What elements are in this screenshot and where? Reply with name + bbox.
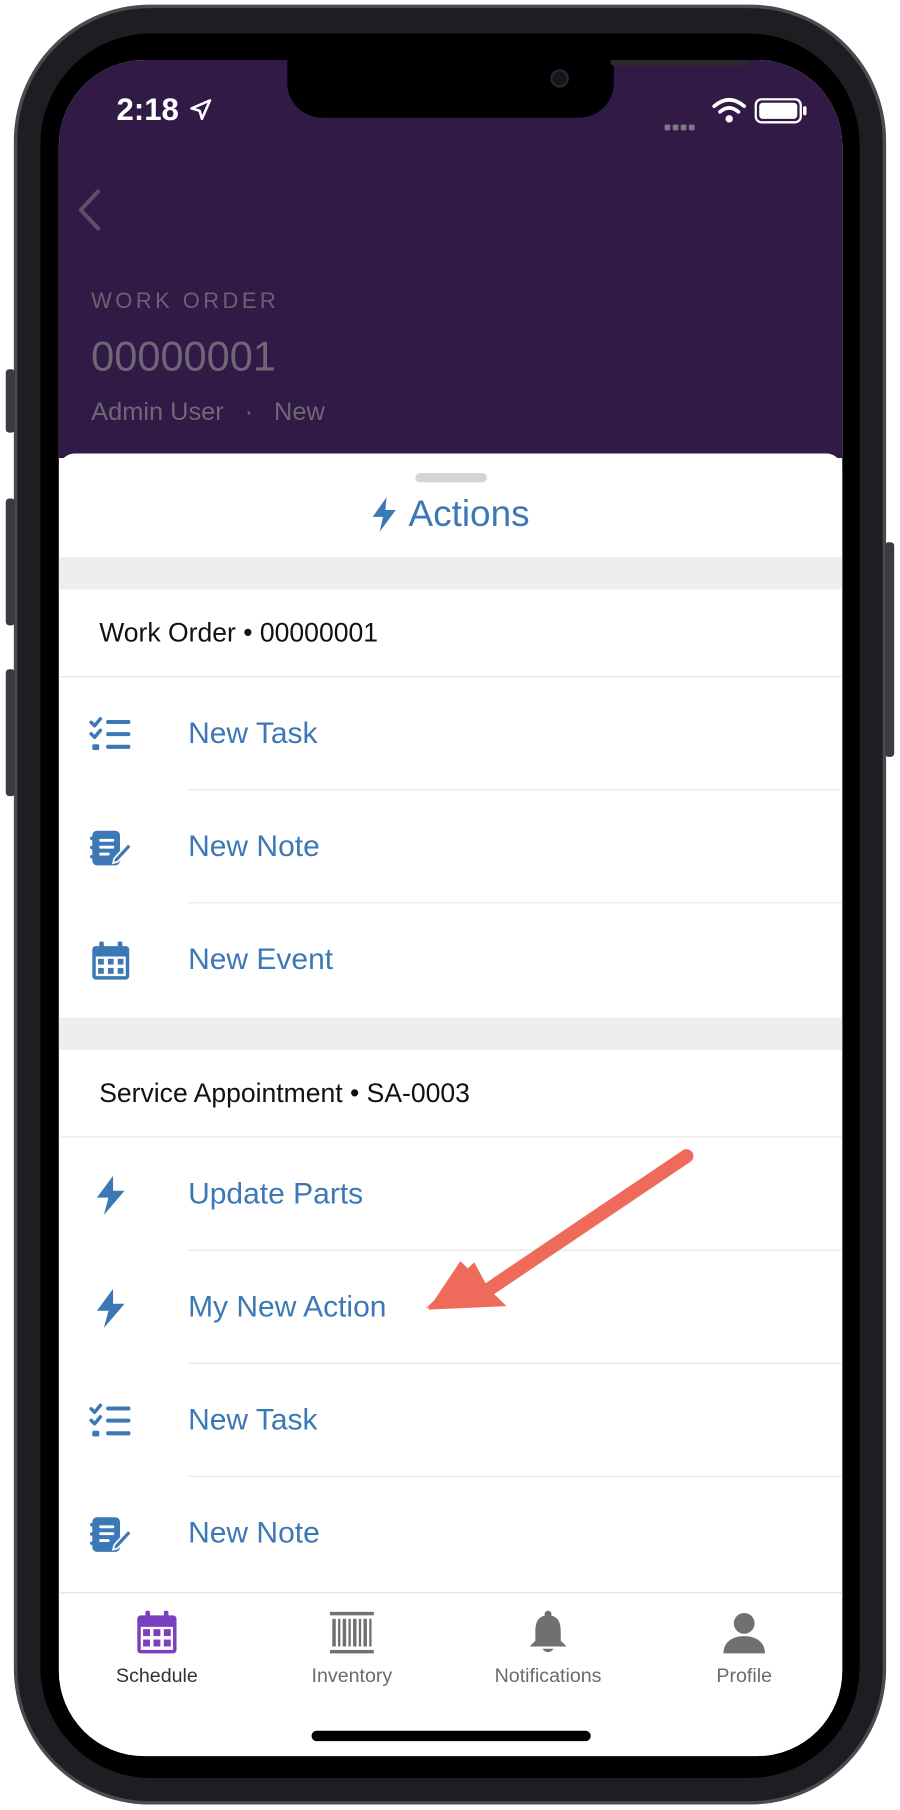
action-new-event[interactable]: New Event	[59, 903, 842, 1016]
tab-notifications[interactable]: Notifications	[467, 1610, 629, 1688]
record-status: New	[274, 396, 325, 426]
chevron-left-icon[interactable]	[75, 187, 103, 233]
meta-separator: ·	[244, 396, 254, 426]
lightning-icon	[96, 1175, 125, 1215]
bell-icon	[529, 1610, 567, 1653]
note-icon	[89, 1517, 133, 1552]
calendar-icon	[92, 941, 130, 980]
screen: WORK ORDER 00000001 Admin User · New 2:1…	[58, 59, 843, 1757]
action-label: New Event	[188, 941, 334, 977]
mute-switch	[5, 369, 15, 433]
task-list-icon	[89, 1403, 131, 1437]
tab-label: Notifications	[494, 1664, 602, 1687]
action-label: New Task	[188, 715, 318, 750]
action-new-note[interactable]: New Note	[59, 790, 843, 904]
actions-sheet: Actions Work Order • 00000001 New Task N…	[58, 453, 843, 1596]
barcode-icon	[329, 1611, 374, 1654]
person-icon	[723, 1613, 765, 1654]
battery-icon	[754, 98, 807, 124]
tab-profile[interactable]: Profile	[663, 1610, 825, 1688]
signal-icon	[664, 115, 697, 136]
sheet-title-text: Actions	[408, 492, 530, 535]
volume-up-button	[5, 498, 15, 626]
action-label: New Task	[188, 1401, 318, 1437]
action-label: New Note	[188, 1514, 320, 1550]
status-time: 2:18	[116, 92, 179, 127]
front-camera	[550, 69, 569, 88]
volume-down-button	[5, 669, 15, 797]
sheet-title: Actions	[59, 493, 842, 536]
calendar-icon	[137, 1610, 177, 1654]
lightning-icon	[96, 1288, 125, 1329]
action-label: My New Action	[188, 1288, 387, 1324]
tab-inventory[interactable]: Inventory	[271, 1610, 433, 1688]
section-gap	[58, 557, 843, 590]
section-header-work-order: Work Order • 00000001	[58, 590, 843, 678]
sheet-grabber[interactable]	[415, 473, 487, 483]
record-number: 00000001	[91, 332, 276, 380]
action-label: New Note	[188, 828, 320, 864]
tab-schedule[interactable]: Schedule	[76, 1610, 238, 1688]
annotation-arrow-icon	[425, 1149, 694, 1310]
owner-name: Admin User	[91, 396, 224, 426]
action-label: Update Parts	[188, 1175, 364, 1211]
task-list-icon	[89, 717, 131, 750]
wifi-icon	[712, 97, 747, 123]
location-arrow-icon	[190, 99, 212, 121]
speaker-grille	[610, 59, 749, 66]
tab-label: Inventory	[311, 1664, 393, 1687]
home-indicator[interactable]	[311, 1730, 591, 1742]
lightning-icon	[372, 496, 396, 532]
power-button	[884, 542, 895, 757]
record-meta: Admin User · New	[91, 397, 325, 427]
record-type-label: WORK ORDER	[91, 289, 280, 314]
tab-label: Schedule	[116, 1664, 198, 1687]
section-gap	[58, 1017, 843, 1050]
action-new-note-sa[interactable]: New Note	[59, 1477, 842, 1590]
note-icon	[89, 830, 133, 866]
section-header-service-appointment: Service Appointment • SA-0003	[58, 1050, 843, 1138]
camera-notch	[287, 59, 749, 118]
action-new-task[interactable]: New Task	[59, 677, 843, 791]
tab-label: Profile	[716, 1664, 773, 1687]
action-new-task-sa[interactable]: New Task	[59, 1364, 843, 1477]
